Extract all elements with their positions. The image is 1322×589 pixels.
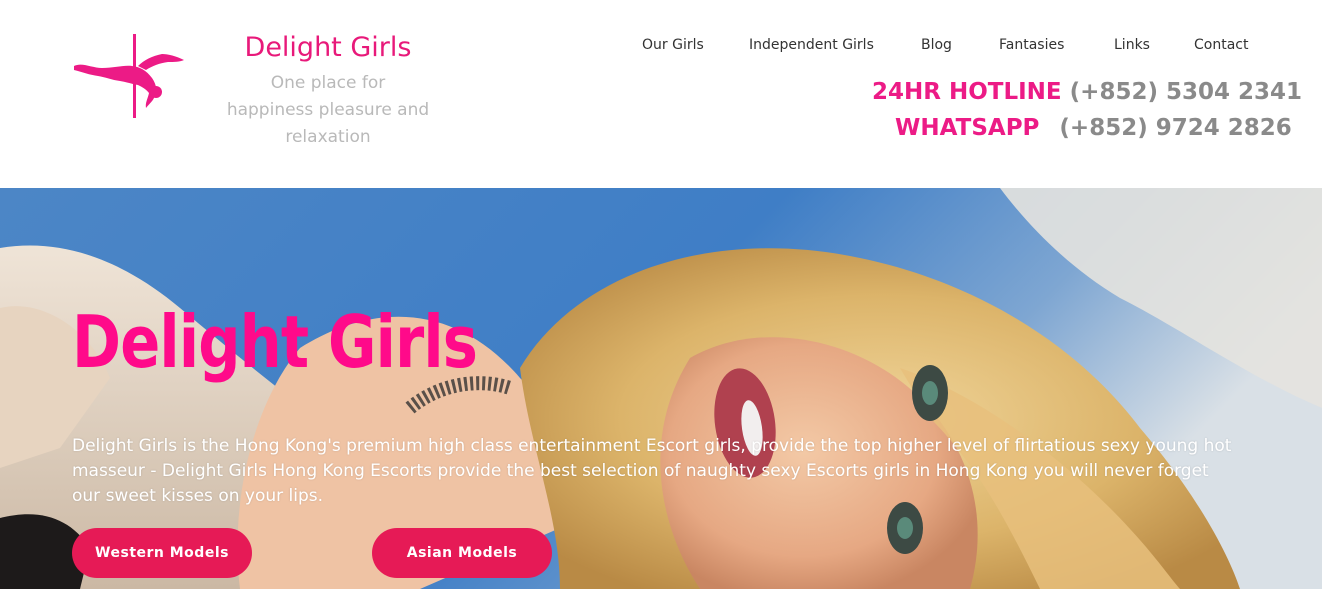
nav-item-blog[interactable]: Blog xyxy=(921,37,952,53)
nav-item-contact[interactable]: Contact xyxy=(1194,37,1248,53)
nav-item-independent-girls[interactable]: Independent Girls xyxy=(749,37,874,53)
whatsapp-row: WHATSAPP (+852) 9724 2826 xyxy=(895,115,1292,141)
hotline-row: 24HR HOTLINE (+852) 5304 2341 xyxy=(872,79,1302,105)
main-nav: Our Girls Independent Girls Blog Fantasi… xyxy=(0,37,1322,57)
nav-item-fantasies[interactable]: Fantasies xyxy=(999,37,1064,53)
site-header: Delight Girls One place for happiness pl… xyxy=(0,0,1322,188)
hotline-number[interactable]: (+852) 5304 2341 xyxy=(1070,79,1302,105)
whatsapp-label: WHATSAPP xyxy=(895,115,1040,141)
western-models-button[interactable]: Western Models xyxy=(72,528,252,578)
tagline-line: relaxation xyxy=(285,127,371,147)
asian-models-button[interactable]: Asian Models xyxy=(372,528,552,578)
brand-tagline: One place for happiness pleasure and rel… xyxy=(210,70,446,151)
hero-title: Delight Girls xyxy=(72,300,478,384)
tagline-line: One place for xyxy=(270,73,386,93)
tagline-line: happiness pleasure and xyxy=(226,100,430,120)
nav-item-links[interactable]: Links xyxy=(1114,37,1150,53)
whatsapp-number[interactable]: (+852) 9724 2826 xyxy=(1059,115,1291,141)
nav-item-our-girls[interactable]: Our Girls xyxy=(642,37,704,53)
hotline-label: 24HR HOTLINE xyxy=(872,79,1062,105)
hero-banner: Delight Girls Delight Girls is the Hong … xyxy=(0,188,1322,589)
hero-description: Delight Girls is the Hong Kong's premium… xyxy=(72,436,1232,506)
